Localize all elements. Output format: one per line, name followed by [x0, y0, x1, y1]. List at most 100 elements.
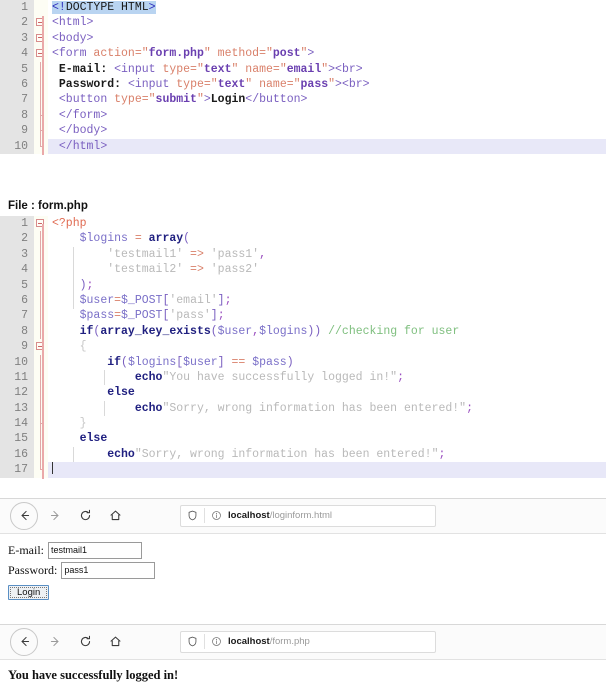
address-bar-text: localhost/loginform.html — [228, 510, 332, 521]
code-text: <button type="submit">Login</button> — [58, 93, 308, 107]
home-house-icon — [110, 510, 120, 521]
fold-marker[interactable] — [34, 339, 48, 355]
navigation-buttons — [6, 627, 128, 656]
code-line-current: 17 — [0, 462, 606, 478]
info-circle-icon[interactable] — [211, 510, 222, 521]
code-line: 4 <form action="form.php" method="post"> — [0, 46, 606, 62]
fold-gutter[interactable] — [34, 246, 48, 263]
fold-gutter[interactable] — [34, 446, 48, 463]
password-row: Password: — [8, 561, 598, 579]
code-text: </form> — [58, 108, 108, 122]
line-number: 5 — [0, 61, 34, 77]
code-text: <body> — [52, 31, 94, 45]
success-message: You have successfully logged in! — [8, 667, 179, 682]
line-number: 1 — [0, 216, 34, 232]
code-line: 12 else — [0, 385, 606, 402]
address-bar-text: localhost/form.php — [228, 636, 310, 647]
code-line: 1 <!DOCTYPE HTML> — [0, 0, 606, 16]
home-house-icon — [110, 636, 120, 647]
code-line: 5 ); — [0, 277, 606, 294]
section-gap-3 — [0, 609, 606, 624]
url-path: /loginform.html — [269, 510, 333, 522]
fold-gutter[interactable] — [34, 107, 48, 124]
address-bar[interactable]: localhost/loginform.html — [180, 504, 436, 527]
line-number: 12 — [0, 385, 34, 401]
fold-gutter[interactable] — [34, 138, 48, 154]
line-number: 10 — [0, 354, 34, 370]
code-line: 2 $logins = array( — [0, 231, 606, 248]
back-button[interactable] — [10, 501, 38, 530]
line-number: 13 — [0, 400, 34, 417]
code-line: 16 echo"Sorry, wrong information has bee… — [0, 446, 606, 463]
fold-marker[interactable] — [34, 30, 48, 47]
fold-gutter[interactable] — [34, 416, 48, 432]
text-caret — [52, 462, 53, 475]
email-row: E-mail: — [8, 541, 598, 559]
fold-gutter[interactable] — [34, 92, 48, 109]
line-number: 6 — [0, 292, 34, 309]
fold-gutter[interactable] — [34, 277, 48, 294]
info-circle-icon[interactable] — [211, 636, 222, 647]
password-input[interactable] — [61, 561, 156, 579]
fold-gutter[interactable] — [34, 462, 48, 478]
fold-gutter[interactable] — [34, 431, 48, 448]
section-gap-1 — [0, 180, 606, 196]
login-button[interactable]: Login — [8, 584, 50, 600]
code-text: echo"Sorry, wrong information has been e… — [107, 447, 446, 461]
shield-icon — [188, 510, 197, 521]
home-button[interactable] — [102, 629, 128, 655]
line-number: 8 — [0, 323, 34, 340]
line-number: 17 — [0, 462, 34, 478]
code-line: 9 </body> — [0, 123, 606, 139]
browser-window-login: localhost/loginform.html E-mail: Passwor… — [0, 497, 606, 610]
code-text: E-mail: <input type="text" name="email">… — [58, 62, 363, 76]
back-arrow-icon — [21, 637, 29, 647]
reload-button[interactable] — [72, 503, 98, 529]
fold-marker[interactable] — [34, 216, 48, 232]
fold-gutter[interactable] — [34, 385, 48, 402]
code-text: $user=$_POST['email']; — [79, 293, 232, 307]
home-button[interactable] — [102, 503, 128, 529]
line-number: 7 — [0, 92, 34, 108]
fold-gutter[interactable] — [34, 61, 48, 78]
code-line: 5 E-mail: <input type="text" name="email… — [0, 61, 606, 78]
forward-button[interactable] — [42, 503, 68, 529]
code-text: } — [79, 417, 87, 431]
code-text: echo"Sorry, wrong information has been e… — [134, 401, 473, 415]
fold-gutter[interactable] — [34, 308, 48, 325]
fold-gutter[interactable] — [34, 292, 48, 309]
editor-empty-area — [0, 153, 606, 178]
indent-guide — [42, 16, 44, 155]
code-text: if($logins[$user] == $pass) — [107, 355, 294, 369]
fold-gutter[interactable] — [34, 123, 48, 139]
fold-marker[interactable] — [34, 46, 48, 62]
code-text: 'testmail2' => 'pass2' — [107, 263, 260, 277]
back-button[interactable] — [10, 627, 38, 656]
indent-guide — [73, 447, 74, 462]
forward-button[interactable] — [42, 629, 68, 655]
browser-toolbar: localhost/loginform.html — [0, 498, 606, 534]
code-line: 6 Password: <input type="text" name="pas… — [0, 76, 606, 93]
code-line: 4 'testmail2' => 'pass2' — [0, 262, 606, 278]
fold-gutter[interactable] — [34, 354, 48, 371]
fold-gutter[interactable] — [34, 231, 48, 248]
fold-gutter[interactable] — [34, 76, 48, 93]
address-bar[interactable]: localhost/form.php — [180, 630, 436, 653]
forward-arrow-icon — [50, 637, 58, 647]
section-gap-2 — [0, 485, 606, 498]
code-text: $pass=$_POST['pass']; — [79, 309, 225, 323]
php-code-editor[interactable]: 1 <?php 2 $logins = array( 3 'testmail1'… — [0, 216, 606, 486]
reload-button[interactable] — [72, 629, 98, 655]
fold-gutter[interactable] — [34, 262, 48, 278]
fold-gutter[interactable] — [34, 0, 48, 16]
fold-gutter[interactable] — [34, 369, 48, 386]
indent-guide — [73, 247, 74, 309]
html-code-editor[interactable]: 1 <!DOCTYPE HTML> 2 <html> 3 <body> 4 <f… — [0, 0, 606, 180]
email-input[interactable] — [48, 541, 142, 559]
line-number: 16 — [0, 446, 34, 463]
fold-gutter[interactable] — [34, 400, 48, 417]
fold-gutter[interactable] — [34, 323, 48, 340]
code-line-current: 10 </html> — [0, 138, 606, 154]
code-text: </html> — [58, 139, 108, 153]
fold-marker[interactable] — [34, 15, 48, 31]
